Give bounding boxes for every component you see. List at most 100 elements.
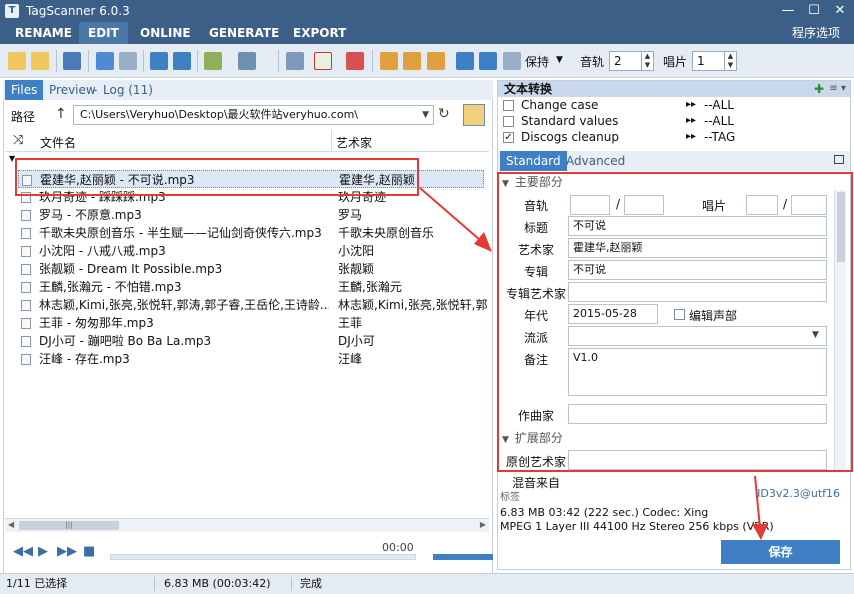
album-artist-field[interactable] <box>568 282 827 302</box>
add-icon[interactable]: ✚ <box>814 81 824 97</box>
tab-advanced[interactable]: Advanced <box>560 151 631 171</box>
table-row[interactable]: 玖月奇迹 - 踩踩踩.mp3 玖月奇迹 <box>18 188 484 206</box>
program-options[interactable]: 程序选项 <box>792 22 840 44</box>
table-row[interactable]: 王菲 - 匆匆那年.mp3 王菲 <box>18 314 484 332</box>
table-row[interactable]: 千歌未央原创音乐 - 半生赋——记仙剑奇侠传六.mp3 千歌未央原创音乐 <box>18 224 484 242</box>
convert-item[interactable]: Change case ▸▸ --ALL <box>500 97 846 113</box>
tab-generate[interactable]: GENERATE <box>200 22 288 44</box>
chevron-down-icon[interactable]: ▼ <box>422 106 429 124</box>
convert-item[interactable]: ✓ Discogs cleanup ▸▸ --TAG <box>500 129 846 145</box>
table-row[interactable]: 林志颖,Kimi,张亮,张悦轩,郭涛,郭子睿,王岳伦,王诗龄... 林志颖,Kim… <box>18 296 488 314</box>
collapse-icon[interactable]: ▼ <box>502 179 509 189</box>
table-row[interactable]: 王麟,张瀚元 - 不怕错.mp3 王麟,张瀚元 <box>18 278 484 296</box>
tab-log[interactable]: Log (11) <box>97 80 159 100</box>
track-total-field[interactable] <box>624 195 664 215</box>
scroll-right-icon[interactable]: ▶ <box>480 520 486 529</box>
add-folder-icon[interactable] <box>31 52 49 70</box>
section-ext[interactable]: ▼ 扩展部分 <box>502 430 832 446</box>
play-icon[interactable]: ▶ <box>38 544 48 559</box>
refresh-icon[interactable]: ↻ <box>438 106 450 122</box>
stepper-arrows-icon[interactable]: ▲ ▼ <box>641 52 653 70</box>
chevron-down-icon[interactable]: ▼ <box>812 330 819 340</box>
edit-voice-checkbox[interactable] <box>674 309 685 320</box>
track-stepper[interactable]: 2 ▲ ▼ <box>609 51 654 71</box>
table-row[interactable]: 霍建华,赵丽颖 - 不可说.mp3 霍建华,赵丽颖 <box>18 170 484 188</box>
table-row[interactable]: 汪峰 - 存在.mp3 汪峰 <box>18 350 484 368</box>
collapse-icon[interactable]: ▼ <box>502 435 509 445</box>
artist-field[interactable]: 霍建华,赵丽颖 <box>568 238 827 258</box>
chevron-down-icon[interactable]: ▼ <box>556 55 563 65</box>
search-icon[interactable] <box>286 52 304 70</box>
maximize-icon[interactable] <box>834 155 844 164</box>
menu-icon[interactable]: ≡ ▾ <box>829 81 846 97</box>
orig-artist-field[interactable] <box>568 450 827 470</box>
select-icon[interactable] <box>204 52 222 70</box>
scrollbar-thumb[interactable] <box>837 192 845 262</box>
table-row[interactable]: 罗马 - 不原意.mp3 罗马 <box>18 206 484 224</box>
title-field[interactable]: 不可说 <box>568 216 827 236</box>
disc-total-field[interactable] <box>791 195 827 215</box>
vertical-scrollbar[interactable] <box>834 190 846 470</box>
stepper-arrows-icon[interactable]: ▲ ▼ <box>724 52 736 70</box>
tab-files[interactable]: Files <box>5 80 44 100</box>
minimize-icon[interactable]: — <box>775 2 801 20</box>
volume-slider[interactable] <box>433 554 493 560</box>
tab-online[interactable]: ONLINE <box>131 22 200 44</box>
path-value: C:\Users\Veryhuo\Desktop\最火软件站veryhuo.co… <box>80 108 359 121</box>
stop-icon[interactable]: ■ <box>83 544 95 559</box>
remove-tag-icon[interactable] <box>346 52 364 70</box>
scrollbar-thumb[interactable]: ||| <box>19 521 119 530</box>
column-artist[interactable]: 艺术家 <box>336 134 372 151</box>
grid-icon[interactable] <box>96 52 114 70</box>
up-arrow-icon[interactable]: ↑ <box>55 106 67 122</box>
column-filename[interactable]: 文件名 <box>40 134 76 151</box>
tab-rename[interactable]: RENAME <box>6 22 81 44</box>
tab-export[interactable]: EXPORT <box>284 22 355 44</box>
undo-icon[interactable] <box>63 52 81 70</box>
copy-tag-icon[interactable] <box>380 52 398 70</box>
file-icon[interactable] <box>427 52 445 70</box>
track-field[interactable] <box>570 195 610 215</box>
up-arrow-icon[interactable] <box>173 52 191 70</box>
save-button[interactable]: 保存 <box>721 540 840 564</box>
move-down-icon[interactable] <box>479 52 497 70</box>
rewind-icon[interactable]: ◀◀ <box>13 544 33 559</box>
checkbox[interactable] <box>503 116 514 127</box>
paste-tag-icon[interactable] <box>403 52 421 70</box>
table-row[interactable]: DJ小可 - 蹦吧啦 Bo Ba La.mp3 DJ小可 <box>18 332 484 350</box>
table-row[interactable]: 张靓颖 - Dream It Possible.mp3 张靓颖 <box>18 260 484 278</box>
keep-button[interactable]: 保持 <box>525 53 549 70</box>
scroll-left-icon[interactable]: ◀ <box>8 520 14 529</box>
album-field[interactable]: 不可说 <box>568 260 827 280</box>
sort-icon[interactable] <box>238 52 256 70</box>
list-icon[interactable] <box>503 52 521 70</box>
tab-edit[interactable]: EDIT <box>79 22 128 44</box>
close-icon[interactable]: ✕ <box>827 2 853 20</box>
down-arrow-icon[interactable] <box>150 52 168 70</box>
tag-version[interactable]: ID3v2.3@utf16 <box>757 487 840 500</box>
horizontal-scrollbar[interactable]: ◀ ||| ▶ <box>5 518 489 532</box>
convert-item[interactable]: Standard values ▸▸ --ALL <box>500 113 846 129</box>
folder-icon[interactable] <box>463 104 485 126</box>
table-row[interactable]: 小沈阳 - 八戒八戒.mp3 小沈阳 <box>18 242 484 260</box>
seek-slider[interactable] <box>110 554 416 560</box>
maximize-icon[interactable]: ☐ <box>801 2 827 20</box>
shuffle-icon[interactable]: ⤨ <box>13 133 23 148</box>
checkbox[interactable] <box>503 100 514 111</box>
column-divider[interactable] <box>331 130 332 152</box>
tab-standard[interactable]: Standard <box>500 151 567 171</box>
open-folder-icon[interactable] <box>8 52 26 70</box>
genre-select[interactable] <box>568 326 827 346</box>
comment-field[interactable]: V1.0 <box>568 348 827 396</box>
year-field[interactable]: 2015-05-28 <box>568 304 658 324</box>
section-main[interactable]: ▼ 主要部分 <box>502 174 832 190</box>
composer-field[interactable] <box>568 404 827 424</box>
move-icon[interactable] <box>456 52 474 70</box>
checkbox-checked[interactable]: ✓ <box>503 132 514 143</box>
fast-forward-icon[interactable]: ▶▶ <box>57 544 77 559</box>
grid-alt-icon[interactable] <box>119 52 137 70</box>
picture-icon[interactable] <box>314 52 332 70</box>
disc-stepper[interactable]: 1 ▲ ▼ <box>692 51 737 71</box>
disc-field[interactable] <box>746 195 778 215</box>
path-input[interactable]: C:\Users\Veryhuo\Desktop\最火软件站veryhuo.co… <box>73 105 434 125</box>
